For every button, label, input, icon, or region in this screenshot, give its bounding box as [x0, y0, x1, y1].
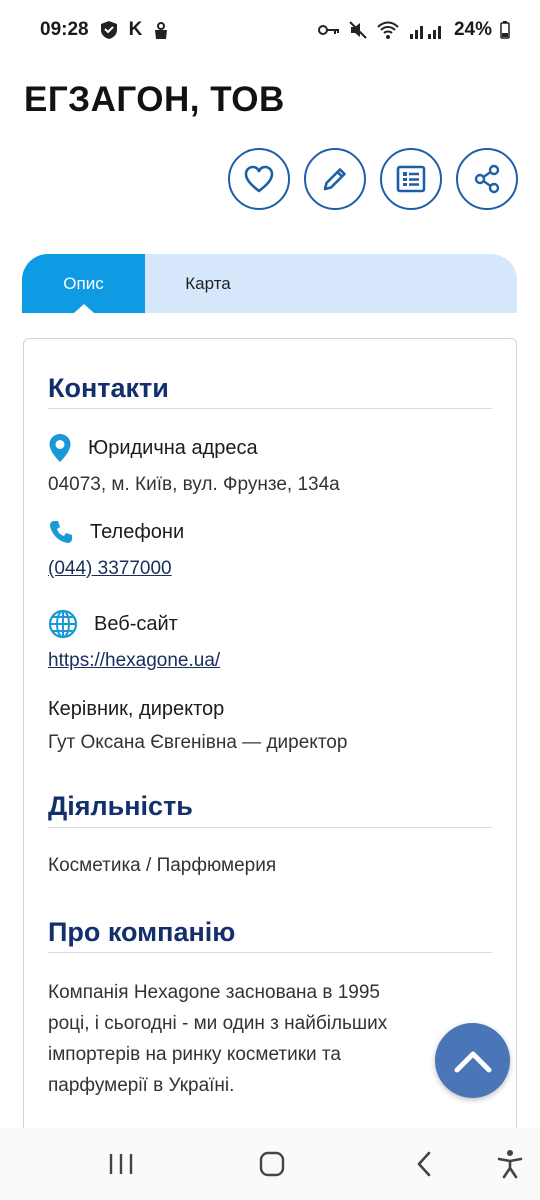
share-button[interactable] — [456, 148, 518, 210]
activity-heading: Діяльність — [48, 791, 193, 821]
battery-percent: 24% — [453, 19, 492, 40]
address-label: Юридична адреса — [88, 436, 258, 459]
divider — [48, 827, 492, 828]
favorite-button[interactable] — [228, 148, 290, 210]
activity-value: Косметика / Парфюмерия — [48, 855, 277, 876]
director-label: Керівник, директор — [48, 698, 225, 720]
home-icon — [259, 1151, 285, 1177]
back-icon — [417, 1151, 431, 1177]
divider — [48, 952, 492, 953]
recent-apps-icon — [109, 1154, 133, 1174]
address-value: 04073, м. Київ, вул. Фрунзе, 134а — [48, 474, 340, 495]
tab-description[interactable]: Опис — [22, 254, 145, 313]
phone-icon — [50, 521, 72, 543]
recent-apps-button[interactable] — [91, 1128, 151, 1200]
chevron-up-icon — [454, 1051, 491, 1072]
website-link[interactable]: https://hexagone.ua/ — [48, 650, 220, 672]
wifi-icon — [376, 20, 400, 40]
carrier-letter: K — [128, 19, 143, 40]
tab-bar: Опис Карта — [22, 254, 517, 313]
about-heading: Про компанію — [48, 917, 236, 947]
about-line: році, і сьогодні - ми один з найбільших — [48, 1013, 388, 1034]
key-icon — [317, 23, 340, 37]
share-icon — [474, 164, 500, 194]
page-title: ЕГЗАГОН, ТОВ — [24, 80, 285, 119]
mute-icon — [348, 20, 368, 40]
divider — [48, 408, 492, 409]
accessibility-button[interactable] — [480, 1128, 540, 1200]
about-line: Компанія Hexagone заснована в 1995 — [48, 982, 380, 1003]
phone-link[interactable]: (044) 3377000 — [48, 558, 172, 580]
accessibility-icon — [497, 1150, 523, 1179]
battery-icon — [500, 21, 510, 39]
company-info-card: Контакти Юридична адреса 04073, м. Київ,… — [23, 338, 517, 1138]
signal-icon — [408, 20, 446, 40]
website-label: Веб-сайт — [94, 612, 178, 635]
status-bar: 09:28 K 24% — [0, 0, 540, 60]
shield-icon — [99, 20, 119, 40]
details-button[interactable] — [380, 148, 442, 210]
system-nav-bar — [0, 1128, 540, 1200]
back-button[interactable] — [394, 1128, 454, 1200]
website-label-row: Веб-сайт — [48, 609, 178, 639]
about-line: імпортерів на ринку косметики та — [48, 1044, 341, 1065]
bag-icon — [152, 20, 170, 40]
status-time: 09:28 — [40, 19, 89, 40]
about-text: Компанія Hexagone заснована в 1995 році,… — [48, 977, 488, 1101]
heart-icon — [244, 165, 274, 193]
contacts-heading: Контакти — [48, 373, 169, 403]
address-label-row: Юридична адреса — [48, 433, 258, 463]
tab-map[interactable]: Карта — [145, 254, 271, 313]
home-button[interactable] — [242, 1128, 302, 1200]
action-bar — [228, 148, 518, 210]
location-pin-icon — [49, 434, 71, 462]
globe-icon — [48, 609, 78, 639]
about-line: парфумерії в Україні. — [48, 1075, 235, 1096]
edit-button[interactable] — [304, 148, 366, 210]
scroll-to-top-button[interactable] — [435, 1023, 510, 1098]
pencil-icon — [323, 168, 346, 191]
list-icon — [396, 165, 426, 193]
phones-label-row: Телефони — [48, 519, 184, 545]
director-value: Гут Оксана Євгенівна — директор — [48, 732, 348, 753]
phones-label: Телефони — [90, 520, 185, 543]
